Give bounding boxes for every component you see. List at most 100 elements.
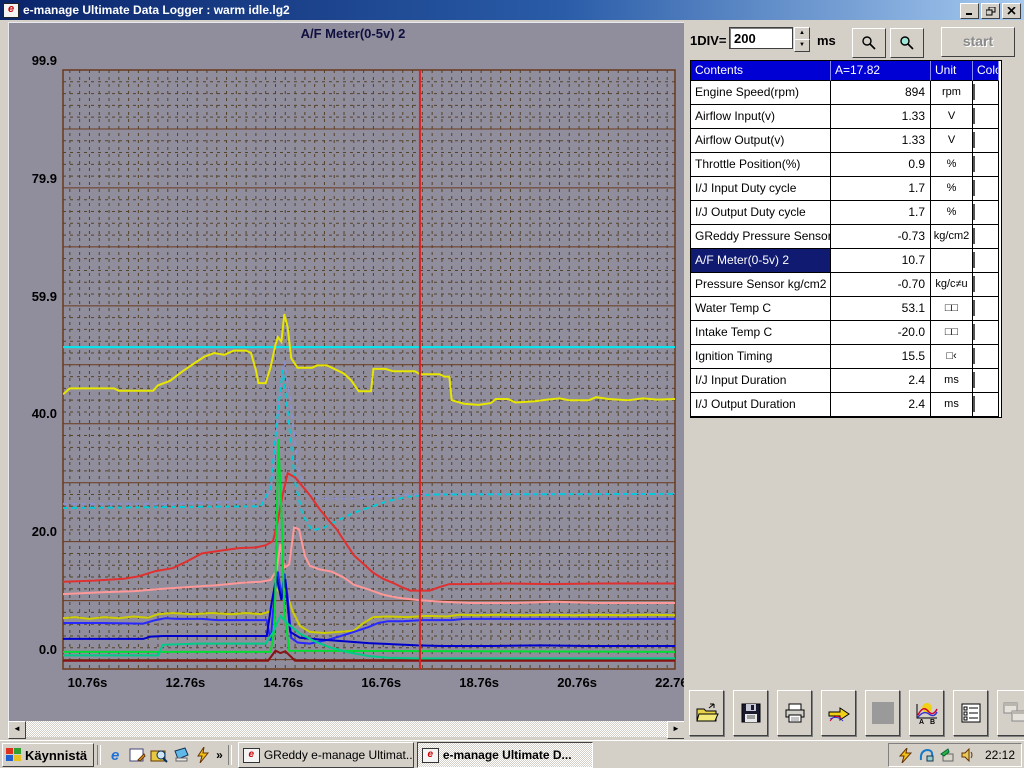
save-button[interactable] [733,690,768,736]
close-button[interactable] [1002,3,1021,19]
table-row[interactable]: Airflow Input(v)1.33V [691,105,1001,129]
table-row[interactable]: GReddy Pressure Sensor kg/cm2-0.73kg/cm2 [691,225,1001,249]
channel-color-swatch [973,201,999,225]
table-row[interactable]: Pressure Sensor kg/cm2-0.70kg/c≠u [691,273,1001,297]
table-row[interactable]: Airflow Output(v)1.33V [691,129,1001,153]
x-tick-label: 18.76s [459,675,499,690]
header-contents: Contents [691,61,831,81]
channel-table: Contents A=17.82 Unit Color Engine Speed… [690,60,1002,418]
floppy-disk-icon [741,703,761,723]
series-ignition-timing [63,314,675,405]
channel-value: 2.4 [831,393,931,417]
file-toolbar: AB [689,690,1024,736]
div-decrement-button[interactable]: ▼ [794,39,810,52]
table-row[interactable]: Intake Temp C-20.0□□ [691,321,1001,345]
channel-color-swatch [973,297,999,321]
chart-horizontal-scrollbar[interactable]: ◄ ► [8,721,685,737]
channel-value: 15.5 [831,345,931,369]
channel-value: 10.7 [831,249,931,273]
div-label: 1DIV= [690,33,727,48]
table-row[interactable]: A/F Meter(0-5v) 210.7 [691,249,1001,273]
table-row[interactable]: I/J Output Duty cycle1.7% [691,201,1001,225]
restore-button[interactable] [981,3,1000,19]
table-row[interactable]: I/J Output Duration2.4ms [691,393,1001,417]
channel-name: I/J Output Duty cycle [691,201,831,225]
show-desktop-icon[interactable] [171,745,191,765]
y-tick-label: 79.9 [32,171,57,186]
header-unit: Unit [931,61,973,81]
channel-unit: □‹ [931,345,973,369]
table-header-row: Contents A=17.82 Unit Color [691,61,1001,81]
table-row[interactable]: Water Temp C53.1□□ [691,297,1001,321]
open-file-button[interactable] [689,690,724,736]
table-row[interactable]: I/J Input Duration2.4ms [691,369,1001,393]
list-icon [961,703,981,723]
channel-unit: ms [931,369,973,393]
scheduler-icon[interactable] [939,747,956,763]
list-view-button[interactable] [953,690,988,736]
channel-color-swatch [973,321,999,345]
channel-name: A/F Meter(0-5v) 2 [691,249,831,273]
table-row[interactable]: Throttle Position(%)0.9% [691,153,1001,177]
table-row[interactable]: Engine Speed(rpm)894rpm [691,81,1001,105]
channel-color-swatch [973,81,999,105]
search-folder-icon[interactable] [149,745,169,765]
channel-name: Water Temp C [691,297,831,321]
channel-color-swatch [973,369,999,393]
task-button-emanage-active[interactable]: e e-manage Ultimate D... [417,742,593,768]
application-window: e e-manage Ultimate Data Logger : warm i… [0,0,1024,768]
taskbar-separator [97,745,101,765]
channel-color-swatch [973,273,999,297]
channel-value: -0.73 [831,225,931,249]
svg-text:B: B [930,719,935,724]
channel-name: Intake Temp C [691,321,831,345]
channel-value: 894 [831,81,931,105]
taskbar-clock: 22:12 [985,748,1015,762]
volume-icon[interactable] [960,747,977,763]
channel-value: 1.7 [831,201,931,225]
winamp-icon[interactable] [193,745,213,765]
task-button-greddy[interactable]: e GReddy e-manage Ultimat... [238,742,414,768]
channel-color-swatch [973,105,999,129]
power-status-icon[interactable] [897,747,914,763]
channel-value: 2.4 [831,369,931,393]
print-button[interactable] [777,690,812,736]
channel-unit: ms [931,393,973,417]
channel-unit: □□ [931,297,973,321]
div-interval-input[interactable] [729,27,793,49]
zoom-in-button[interactable] [890,28,924,58]
zoom-out-button[interactable] [852,28,886,58]
blank-button[interactable] [865,690,900,736]
title-bar: e e-manage Ultimate Data Logger : warm i… [0,0,1024,20]
channel-name: Throttle Position(%) [691,153,831,177]
channel-color-swatch [973,249,999,273]
blank-square-icon [872,702,894,724]
channel-name: Ignition Timing [691,345,831,369]
quicklaunch-overflow-chevron[interactable]: » [216,748,223,762]
system-tray: 22:12 [888,743,1022,767]
start-button[interactable]: start [941,27,1015,57]
compare-ab-button[interactable]: AB [909,690,944,736]
table-row[interactable]: I/J Input Duty cycle1.7% [691,177,1001,201]
chart-plot[interactable]: 99.979.959.940.020.00.010.76s12.76s14.76… [9,23,685,721]
channel-value: 1.7 [831,177,931,201]
scroll-left-button[interactable]: ◄ [8,721,26,739]
channel-value: 1.33 [831,129,931,153]
magnifier-icon [861,35,877,51]
channel-unit [931,249,973,273]
table-row[interactable]: Ignition Timing15.5□‹ [691,345,1001,369]
printer-icon [784,703,806,723]
channel-unit: kg/cm2 [931,225,973,249]
channel-color-swatch [973,177,999,201]
scroll-right-button[interactable]: ► [667,721,685,739]
open-folder-icon [695,703,719,723]
mail-icon[interactable] [127,745,147,765]
tile-windows-button[interactable] [997,690,1024,736]
div-unit-label: ms [817,33,836,48]
export-graph-button[interactable] [821,690,856,736]
minimize-button[interactable] [960,3,979,19]
display-settings-icon[interactable] [918,747,935,763]
channel-name: I/J Output Duration [691,393,831,417]
start-menu-button[interactable]: Käynnistä [2,743,94,767]
internet-explorer-icon[interactable]: e [105,745,125,765]
